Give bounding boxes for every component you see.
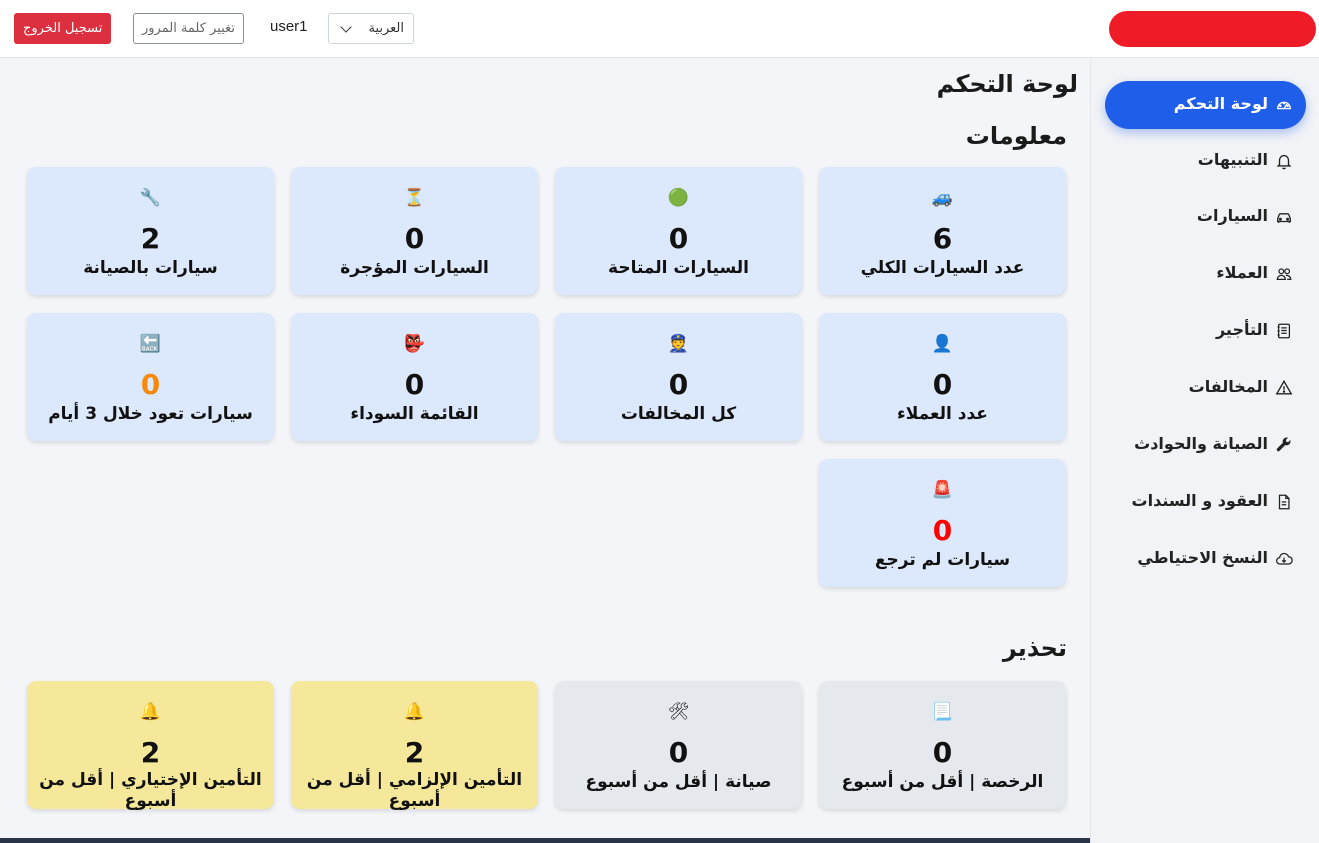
card-value: 2 bbox=[140, 736, 161, 769]
language-select[interactable]: العربية bbox=[328, 13, 414, 44]
top-bar: تسجيل الخروج تغيير كلمة المرور user1 الع… bbox=[0, 0, 1319, 58]
sidebar-item-contracts[interactable]: العقود و السندات bbox=[1105, 478, 1306, 526]
card-value: 0 bbox=[932, 368, 953, 401]
card-value: 0 bbox=[140, 368, 161, 401]
sidebar-item-cars[interactable]: السيارات bbox=[1105, 193, 1306, 241]
card-value: 2 bbox=[140, 222, 161, 255]
card-label: التأمين الإلزامي | أقل من أسبوع bbox=[306, 770, 523, 811]
card-label: سيارات تعود خلال 3 أيام bbox=[48, 404, 253, 424]
taskbar-edge bbox=[0, 838, 1090, 843]
info-card-total-cars[interactable]: 🚙 6 عدد السيارات الكلي bbox=[819, 167, 1066, 295]
change-password-button[interactable]: تغيير كلمة المرور bbox=[133, 13, 244, 44]
warning-section-title: تحذير bbox=[1002, 634, 1067, 662]
card-label: القائمة السوداء bbox=[350, 404, 479, 424]
card-label: صيانة | أقل من أسبوع bbox=[585, 772, 772, 792]
logout-button[interactable]: تسجيل الخروج bbox=[14, 13, 112, 44]
wrench-icon bbox=[1275, 436, 1293, 454]
bell-emoji-icon: 🔔 bbox=[139, 702, 162, 722]
info-card-not-returned[interactable]: 🚨 0 سيارات لم ترجع bbox=[819, 459, 1066, 587]
sidebar-item-label: لوحة التحكم bbox=[1173, 94, 1268, 113]
chevron-down-icon bbox=[340, 21, 352, 33]
sidebar-item-dashboard[interactable]: لوحة التحكم bbox=[1105, 81, 1306, 129]
card-label: الرخصة | أقل من أسبوع bbox=[841, 772, 1044, 792]
card-label: عدد العملاء bbox=[897, 404, 988, 424]
siren-light-icon: 🚨 bbox=[931, 480, 954, 500]
speedometer-icon bbox=[1275, 96, 1293, 114]
car-icon bbox=[1275, 208, 1293, 226]
info-card-maintenance-cars[interactable]: 🔧 2 سيارات بالصيانة bbox=[27, 167, 274, 295]
wrench-emoji-icon: 🔧 bbox=[139, 188, 162, 208]
sidebar-item-rentals[interactable]: التأجير bbox=[1105, 307, 1306, 355]
info-card-customers[interactable]: 👤 0 عدد العملاء bbox=[819, 313, 1066, 441]
card-value: 0 bbox=[404, 368, 425, 401]
sidebar-item-backup[interactable]: النسخ الاحتياطي bbox=[1105, 535, 1306, 583]
tools-icon: 🛠 bbox=[667, 702, 690, 722]
bell-icon bbox=[1275, 152, 1293, 170]
back-arrow-icon: 🔙 bbox=[139, 334, 162, 354]
sidebar: لوحة التحكم التنبيهات السيارات العملاء ا… bbox=[1090, 59, 1319, 843]
info-section-title: معلومات bbox=[965, 122, 1067, 150]
sidebar-item-label: التنبيهات bbox=[1197, 150, 1268, 169]
info-card-available-cars[interactable]: 🟢 0 السيارات المتاحة bbox=[555, 167, 802, 295]
police-officer-icon: 👮 bbox=[667, 334, 690, 354]
card-label: السيارات المؤجرة bbox=[340, 258, 489, 278]
card-label: السيارات المتاحة bbox=[608, 258, 749, 278]
sidebar-item-label: العملاء bbox=[1216, 263, 1268, 282]
username-label: user1 bbox=[270, 18, 308, 35]
journal-icon bbox=[1275, 322, 1293, 340]
sidebar-item-label: التأجير bbox=[1215, 320, 1268, 339]
goblin-mask-icon: 👺 bbox=[403, 334, 426, 354]
info-card-violations[interactable]: 👮 0 كل المخالفات bbox=[555, 313, 802, 441]
brand-logo[interactable] bbox=[1109, 11, 1316, 47]
person-silhouette-icon: 👤 bbox=[931, 334, 954, 354]
warning-card-license[interactable]: 📃 0 الرخصة | أقل من أسبوع bbox=[819, 681, 1066, 809]
card-label: كل المخالفات bbox=[620, 404, 737, 424]
language-selected-value: العربية bbox=[368, 21, 404, 36]
car-emoji-icon: 🚙 bbox=[931, 188, 954, 208]
sidebar-item-label: المخالفات bbox=[1188, 377, 1268, 396]
bell-emoji-icon: 🔔 bbox=[403, 702, 426, 722]
card-value: 0 bbox=[404, 222, 425, 255]
warning-card-mandatory-insurance[interactable]: 🔔 2 التأمين الإلزامي | أقل من أسبوع bbox=[291, 681, 538, 811]
sidebar-item-label: العقود و السندات bbox=[1131, 491, 1268, 510]
card-label: سيارات بالصيانة bbox=[83, 258, 218, 278]
info-card-blacklist[interactable]: 👺 0 القائمة السوداء bbox=[291, 313, 538, 441]
green-circle-icon: 🟢 bbox=[667, 188, 690, 208]
people-icon bbox=[1275, 265, 1293, 283]
warning-card-optional-insurance[interactable]: 🔔 2 التأمين الإختياري | أقل من أسبوع bbox=[27, 681, 274, 811]
sidebar-item-maintenance[interactable]: الصيانة والحوادث bbox=[1105, 421, 1306, 469]
card-value: 0 bbox=[668, 222, 689, 255]
card-value: 0 bbox=[932, 514, 953, 547]
page-icon: 📃 bbox=[931, 702, 954, 722]
document-icon bbox=[1275, 493, 1293, 511]
warning-card-maintenance[interactable]: 🛠 0 صيانة | أقل من أسبوع bbox=[555, 681, 802, 809]
sidebar-item-customers[interactable]: العملاء bbox=[1105, 250, 1306, 298]
info-card-returning-soon[interactable]: 🔙 0 سيارات تعود خلال 3 أيام bbox=[27, 313, 274, 441]
card-label: التأمين الإختياري | أقل من أسبوع bbox=[39, 770, 262, 811]
card-value: 6 bbox=[932, 222, 953, 255]
sidebar-item-label: النسخ الاحتياطي bbox=[1137, 548, 1268, 567]
card-value: 0 bbox=[668, 736, 689, 769]
cloud-download-icon bbox=[1275, 550, 1293, 568]
card-value: 2 bbox=[404, 736, 425, 769]
card-value: 0 bbox=[932, 736, 953, 769]
card-label: عدد السيارات الكلي bbox=[860, 258, 1025, 278]
sidebar-item-alerts[interactable]: التنبيهات bbox=[1105, 137, 1306, 185]
sidebar-item-label: الصيانة والحوادث bbox=[1134, 434, 1268, 453]
warning-triangle-icon bbox=[1275, 379, 1293, 397]
page-title: لوحة التحكم bbox=[936, 70, 1078, 98]
info-card-rented-cars[interactable]: ⏳ 0 السيارات المؤجرة bbox=[291, 167, 538, 295]
sidebar-item-label: السيارات bbox=[1196, 206, 1268, 225]
card-label: سيارات لم ترجع bbox=[874, 550, 1011, 570]
sidebar-item-violations[interactable]: المخالفات bbox=[1105, 364, 1306, 412]
card-value: 0 bbox=[668, 368, 689, 401]
hourglass-icon: ⏳ bbox=[403, 188, 426, 208]
